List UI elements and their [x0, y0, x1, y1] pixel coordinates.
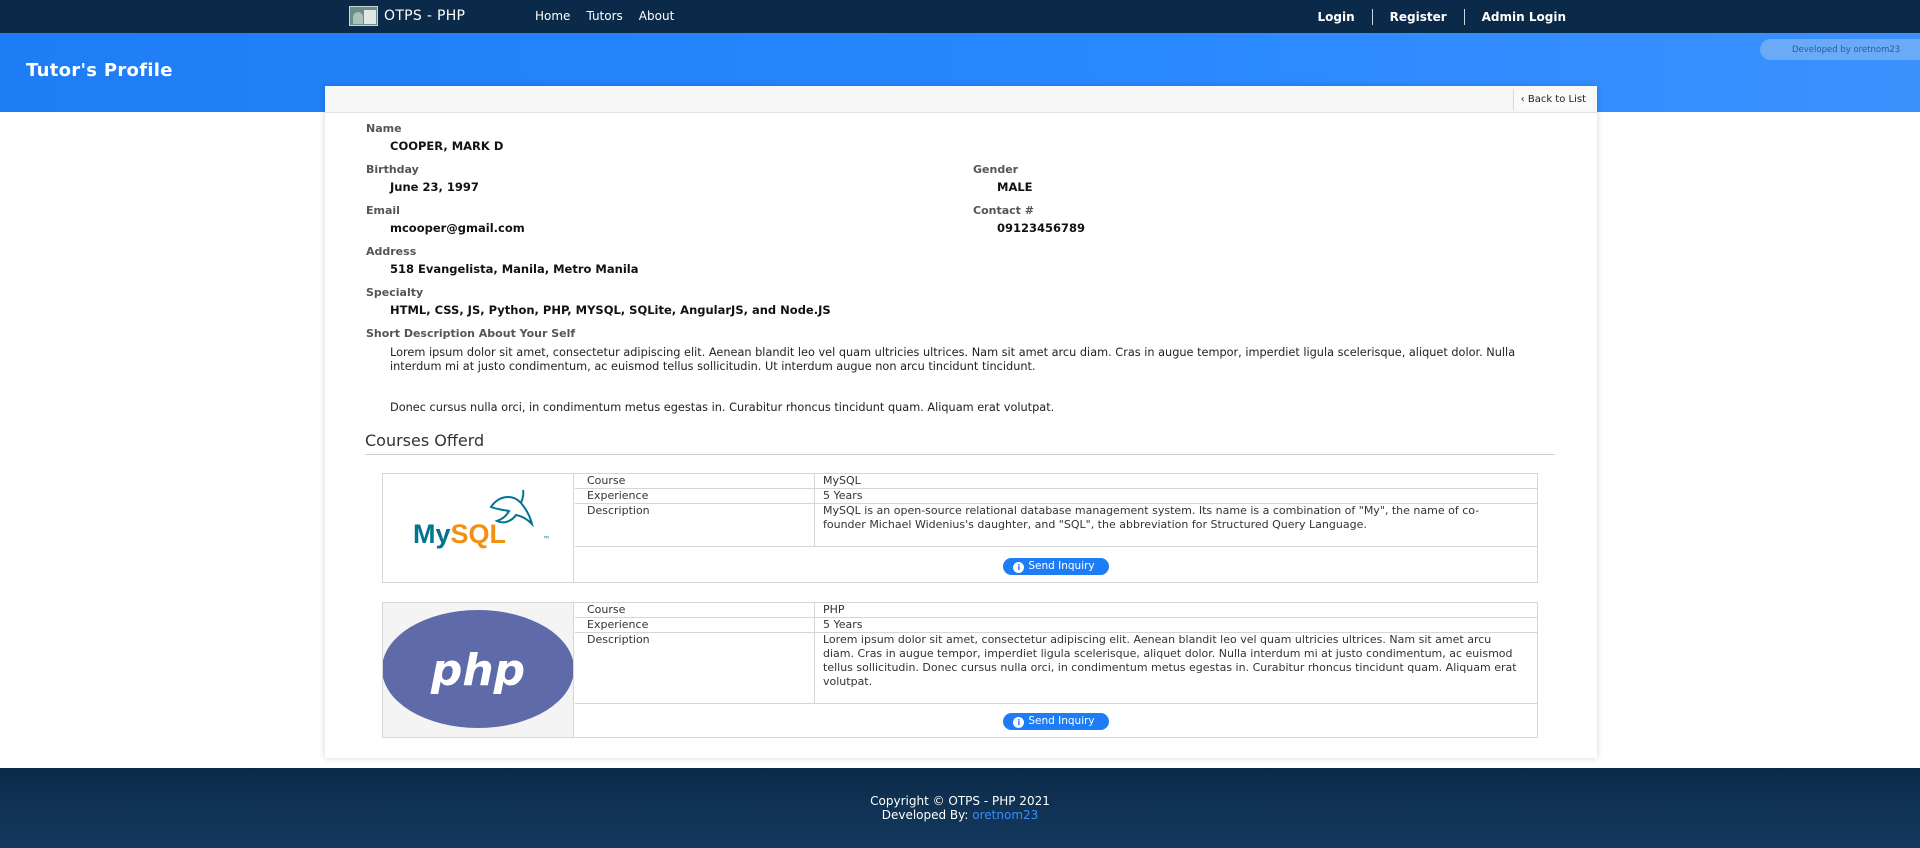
- specialty-value: HTML, CSS, JS, Python, PHP, MYSQL, SQLit…: [390, 303, 831, 317]
- nav-link-home[interactable]: Home: [535, 9, 570, 23]
- birthday-label: Birthday: [366, 163, 419, 176]
- register-link[interactable]: Register: [1373, 10, 1464, 24]
- specialty-label: Specialty: [366, 286, 424, 299]
- php-logo-graphic: php: [383, 610, 573, 728]
- back-to-list-label: Back to List: [1527, 94, 1586, 105]
- brand[interactable]: OTPS - PHP: [349, 6, 465, 26]
- nav-link-tutors[interactable]: Tutors: [586, 9, 622, 23]
- developer-badge[interactable]: Developed by oretnom23: [1760, 39, 1920, 60]
- nav-link-about[interactable]: About: [639, 9, 674, 23]
- back-to-list-button[interactable]: ‹ Back to List: [1512, 89, 1593, 110]
- email-label: Email: [366, 204, 400, 217]
- top-navbar: OTPS - PHP Home Tutors About Login Regis…: [0, 0, 1920, 33]
- description-row: Description Lorem ipsum dolor sit amet, …: [575, 633, 1537, 704]
- send-inquiry-label: Send Inquiry: [1028, 715, 1095, 727]
- dolphin-icon: MySQL ™: [413, 489, 549, 549]
- name-value: COOPER, MARK D: [390, 139, 504, 153]
- experience-key: Experience: [575, 489, 815, 503]
- inquiry-button-wrap: i Send Inquiry: [575, 554, 1537, 575]
- mysql-logo-text: MySQL: [413, 519, 506, 549]
- experience-row: Experience 5 Years: [575, 618, 1537, 633]
- send-inquiry-label: Send Inquiry: [1028, 560, 1095, 572]
- experience-value: 5 Years: [823, 489, 863, 502]
- description-value: Lorem ipsum dolor sit amet, consectetur …: [823, 633, 1517, 688]
- description-row: Description MySQL is an open-source rela…: [575, 504, 1537, 547]
- contact-value: 09123456789: [997, 221, 1086, 235]
- php-logo: php: [383, 603, 574, 737]
- nav-auth-links: Login Register Admin Login: [1300, 9, 1566, 25]
- send-inquiry-button[interactable]: i Send Inquiry: [1003, 713, 1109, 730]
- send-inquiry-button[interactable]: i Send Inquiry: [1003, 558, 1109, 575]
- developer-link[interactable]: oretnom23: [972, 808, 1038, 822]
- experience-key: Experience: [575, 618, 815, 632]
- inquiry-button-wrap: i Send Inquiry: [575, 709, 1537, 730]
- info-icon: i: [1013, 562, 1025, 573]
- description-key: Description: [575, 633, 815, 703]
- course-row: Course MySQL: [575, 474, 1537, 489]
- chevron-left-icon: ‹: [1520, 94, 1528, 105]
- birthday-value: June 23, 1997: [390, 180, 479, 194]
- course-row: Course PHP: [575, 603, 1537, 618]
- course-value: MySQL: [823, 474, 861, 487]
- card-header: ‹ Back to List: [325, 86, 1597, 113]
- admin-login-link[interactable]: Admin Login: [1465, 10, 1566, 24]
- about-label: Short Description About Your Self: [366, 327, 576, 340]
- experience-row: Experience 5 Years: [575, 489, 1537, 504]
- about-paragraph-1: Lorem ipsum dolor sit amet, consectetur …: [390, 346, 1516, 373]
- courses-title: Courses Offerd: [365, 431, 485, 450]
- nav-links: Home Tutors About: [535, 9, 674, 23]
- mysql-logo: MySQL ™: [383, 474, 574, 582]
- brand-text: OTPS - PHP: [384, 8, 466, 24]
- login-link[interactable]: Login: [1300, 10, 1371, 24]
- course-key: Course: [575, 603, 815, 617]
- page-title: Tutor's Profile: [26, 60, 173, 81]
- profile-card: ‹ Back to List Name COOPER, MARK D Birth…: [325, 86, 1597, 758]
- developer-prefix: Developed By:: [881, 808, 973, 822]
- footer-copyright: Copyright © OTPS - PHP 2021: [870, 794, 1050, 808]
- email-value: mcooper@gmail.com: [390, 221, 525, 235]
- svg-text:™: ™: [543, 535, 549, 542]
- course-value: PHP: [823, 603, 845, 616]
- gender-value: MALE: [997, 180, 1033, 194]
- footer-developer: Developed By: oretnom23: [0, 808, 1920, 822]
- brand-logo-icon: [349, 6, 378, 26]
- course-key: Course: [575, 474, 815, 488]
- course-details: Course PHP Experience 5 Years Descriptio…: [575, 603, 1537, 704]
- address-value: 518 Evangelista, Manila, Metro Manila: [390, 262, 639, 276]
- course-card: php Course PHP Experience 5 Years Descri…: [382, 602, 1538, 738]
- name-label: Name: [366, 122, 402, 135]
- footer: Copyright © OTPS - PHP 2021 Developed By…: [0, 768, 1920, 848]
- address-label: Address: [366, 245, 417, 258]
- course-details: Course MySQL Experience 5 Years Descript…: [575, 474, 1537, 547]
- section-divider: [365, 454, 1555, 455]
- about-paragraph-2: Donec cursus nulla orci, in condimentum …: [390, 401, 1055, 414]
- description-key: Description: [575, 504, 815, 546]
- experience-value: 5 Years: [823, 618, 863, 631]
- contact-label: Contact #: [973, 204, 1034, 217]
- description-value: MySQL is an open-source relational datab…: [823, 504, 1480, 531]
- course-card: MySQL ™ Course MySQL Experience 5 Years …: [382, 473, 1538, 583]
- info-icon: i: [1013, 717, 1025, 728]
- php-logo-text: php: [430, 645, 525, 696]
- gender-label: Gender: [973, 163, 1019, 176]
